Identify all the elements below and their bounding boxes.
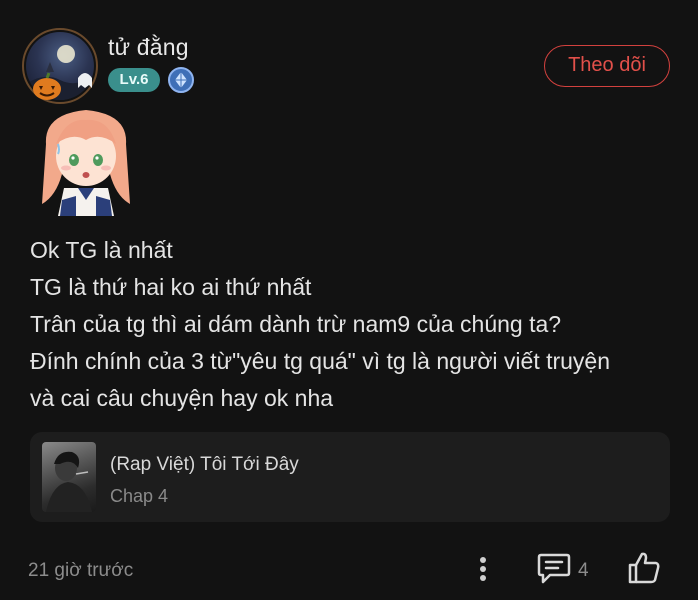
story-chapter: Chap 4 xyxy=(110,486,169,506)
story-thumbnail xyxy=(42,442,96,512)
ghost-icon xyxy=(78,73,92,88)
story-card[interactable]: (Rap Việt) Tôi Tới Đây Chap 4 xyxy=(30,432,670,522)
timestamp: 21 giờ trước xyxy=(28,560,134,581)
username[interactable]: tử đằng xyxy=(108,34,189,61)
comment-line: và cai câu chuyện hay ok nha xyxy=(30,385,334,411)
like-icon[interactable] xyxy=(626,550,662,586)
comment-line: TG là thứ hai ko ai thứ nhất xyxy=(30,274,312,300)
pumpkin-icon xyxy=(33,72,61,100)
gem-badge-icon xyxy=(168,67,194,93)
level-badge: Lv.6 xyxy=(108,68,160,92)
reply-icon[interactable] xyxy=(536,551,572,585)
more-vertical-icon[interactable] xyxy=(470,552,496,586)
reply-count: 4 xyxy=(578,560,589,581)
story-title: (Rap Việt) Tôi Tới Đây xyxy=(110,454,299,475)
follow-button[interactable]: Theo dõi xyxy=(544,45,670,87)
comment-line: Ok TG là nhất xyxy=(30,237,173,263)
comment-line: Đính chính của 3 từ"yêu tg quá" vì tg là… xyxy=(30,348,611,374)
sticker-image xyxy=(42,110,130,216)
comment-line: Trân của tg thì ai dám dành trừ nam9 của… xyxy=(30,311,562,337)
comment-text: Ok TG là nhất TG là thứ hai ko ai thứ nh… xyxy=(30,232,680,417)
